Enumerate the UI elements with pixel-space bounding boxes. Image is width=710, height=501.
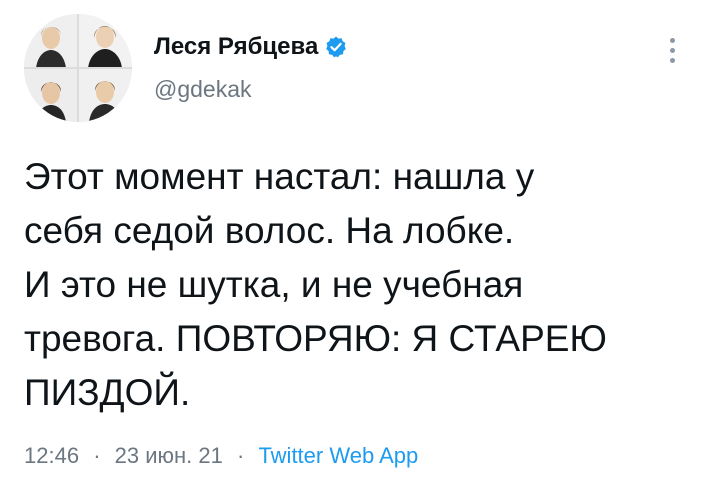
tweet-text-line: ПИЗДОЙ. (24, 372, 191, 413)
tweet-meta: 12:46 · 23 июн. 21 · Twitter Web App (24, 443, 418, 469)
tweet-text-line: Этот момент настал: нашла у (24, 156, 535, 197)
more-vertical-icon[interactable] (658, 32, 686, 68)
tweet-text-line: себя седой волос. На лобке. (24, 210, 515, 251)
avatar-photo-1 (24, 14, 78, 68)
more-dot (669, 37, 675, 43)
user-names: Леся Рябцева @gdekak (154, 32, 348, 103)
verified-badge-icon (324, 35, 348, 59)
tweet-text-line: И это не шутка, и не учебная (24, 264, 524, 305)
display-name[interactable]: Леся Рябцева (154, 33, 318, 61)
more-dot (669, 57, 675, 63)
display-name-row: Леся Рябцева (154, 32, 348, 62)
more-dot (669, 47, 675, 53)
avatar-divider-horizontal (24, 67, 132, 69)
avatar-photo-4 (78, 68, 132, 122)
tweet-date[interactable]: 23 июн. 21 (115, 443, 223, 468)
avatar[interactable] (24, 14, 132, 122)
avatar-photo-2 (78, 14, 132, 68)
avatar-photo-3 (24, 68, 78, 122)
tweet-text-line: тревога. ПОВТОРЯЮ: Я СТАРЕЮ (24, 318, 607, 359)
tweet-source-link[interactable]: Twitter Web App (258, 443, 418, 468)
tweet-time[interactable]: 12:46 (24, 443, 79, 468)
tweet-header: Леся Рябцева @gdekak (24, 14, 686, 122)
meta-separator: · (93, 443, 101, 468)
tweet-card: Леся Рябцева @gdekak Этот момент настал:… (0, 0, 710, 501)
tweet-text: Этот момент настал: нашла у себя седой в… (24, 150, 694, 420)
meta-separator: · (236, 443, 245, 468)
user-handle[interactable]: @gdekak (154, 76, 348, 103)
